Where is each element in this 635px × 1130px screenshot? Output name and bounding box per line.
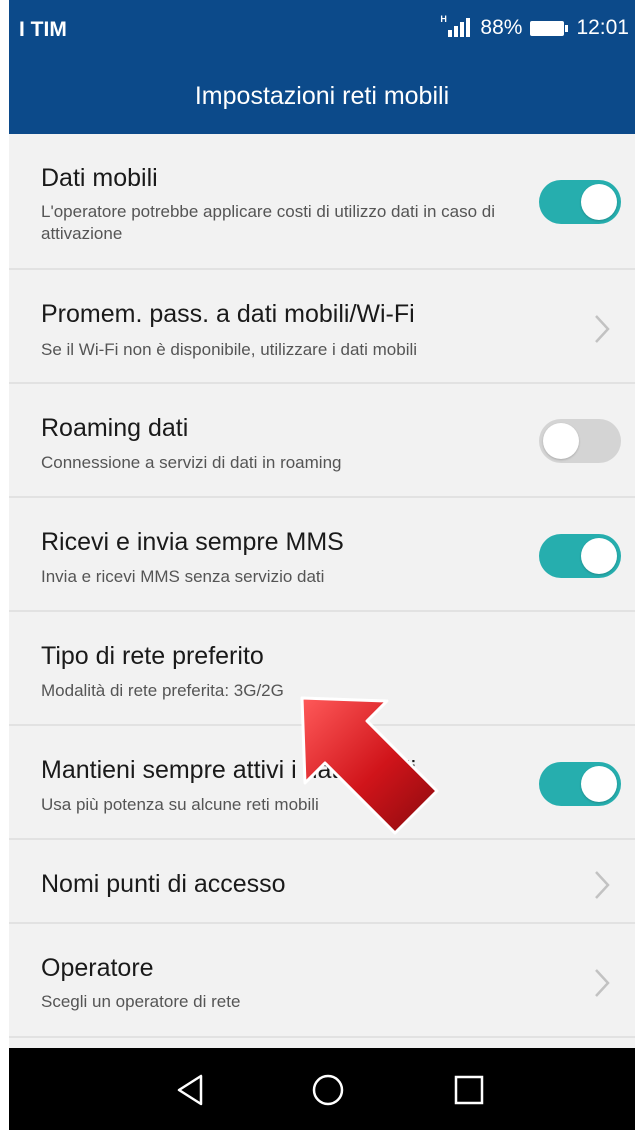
battery-percent: 88% — [480, 16, 523, 39]
list-item-promemoria-wifi[interactable]: Promem. pass. a dati mobili/Wi-Fi Se il … — [9, 270, 635, 384]
chevron-right-icon — [595, 969, 610, 997]
item-subtitle: Invia e ricevi MMS senza servizio dati — [41, 567, 325, 586]
list-item-roaming-dati[interactable]: Roaming dati Connessione a servizi di da… — [9, 384, 635, 498]
item-subtitle: Se il Wi-Fi non è disponibile, utilizzar… — [41, 340, 418, 359]
network-type: H — [440, 14, 447, 24]
chevron-right-icon — [595, 871, 610, 899]
settings-list: Dati mobili L'operatore potrebbe applica… — [9, 134, 635, 1038]
phone-screen: I TIM H 88% 12:01 Impostazioni reti mobi… — [9, 0, 635, 1130]
mantieni-dati-toggle[interactable] — [539, 762, 621, 806]
battery-icon — [530, 20, 569, 36]
chevron-right-icon — [595, 315, 610, 343]
status-indicators: H 88% 12:01 — [440, 14, 629, 40]
mms-toggle[interactable] — [539, 534, 621, 578]
carrier-name: I TIM — [19, 18, 67, 41]
item-subtitle: Scegli un operatore di rete — [41, 992, 241, 1011]
app-bar: Impostazioni reti mobili — [9, 58, 635, 134]
list-item-mms[interactable]: Ricevi e invia sempre MMS Invia e ricevi… — [9, 498, 635, 612]
item-title: Operatore — [41, 954, 154, 982]
item-title: Promem. pass. a dati mobili/Wi-Fi — [41, 300, 415, 328]
status-bar: I TIM H 88% 12:01 — [9, 0, 635, 58]
item-title: Nomi punti di accesso — [41, 870, 286, 898]
list-item-operatore[interactable]: Operatore Scegli un operatore di rete — [9, 924, 635, 1038]
recents-square-icon[interactable] — [449, 1070, 489, 1110]
list-item-apn[interactable]: Nomi punti di accesso — [9, 840, 635, 924]
item-title: Ricevi e invia sempre MMS — [41, 528, 344, 556]
dati-mobili-toggle[interactable] — [539, 180, 621, 224]
item-title: Dati mobili — [41, 164, 158, 192]
annotation-arrow-icon — [300, 696, 439, 835]
home-circle-icon[interactable] — [308, 1070, 348, 1110]
signal-icon: H — [440, 14, 474, 39]
item-subtitle: L'operatore potrebbe applicare costi di … — [41, 202, 496, 243]
item-title: Tipo di rete preferito — [41, 642, 264, 670]
navigation-bar — [9, 1048, 635, 1130]
item-subtitle: Connessione a servizi di dati in roaming — [41, 453, 342, 472]
back-triangle-icon[interactable] — [171, 1070, 211, 1110]
roaming-dati-toggle[interactable] — [539, 419, 621, 463]
item-title: Roaming dati — [41, 414, 189, 442]
list-item-dati-mobili[interactable]: Dati mobili L'operatore potrebbe applica… — [9, 134, 635, 270]
page-title: Impostazioni reti mobili — [194, 82, 450, 110]
clock: 12:01 — [576, 16, 629, 39]
